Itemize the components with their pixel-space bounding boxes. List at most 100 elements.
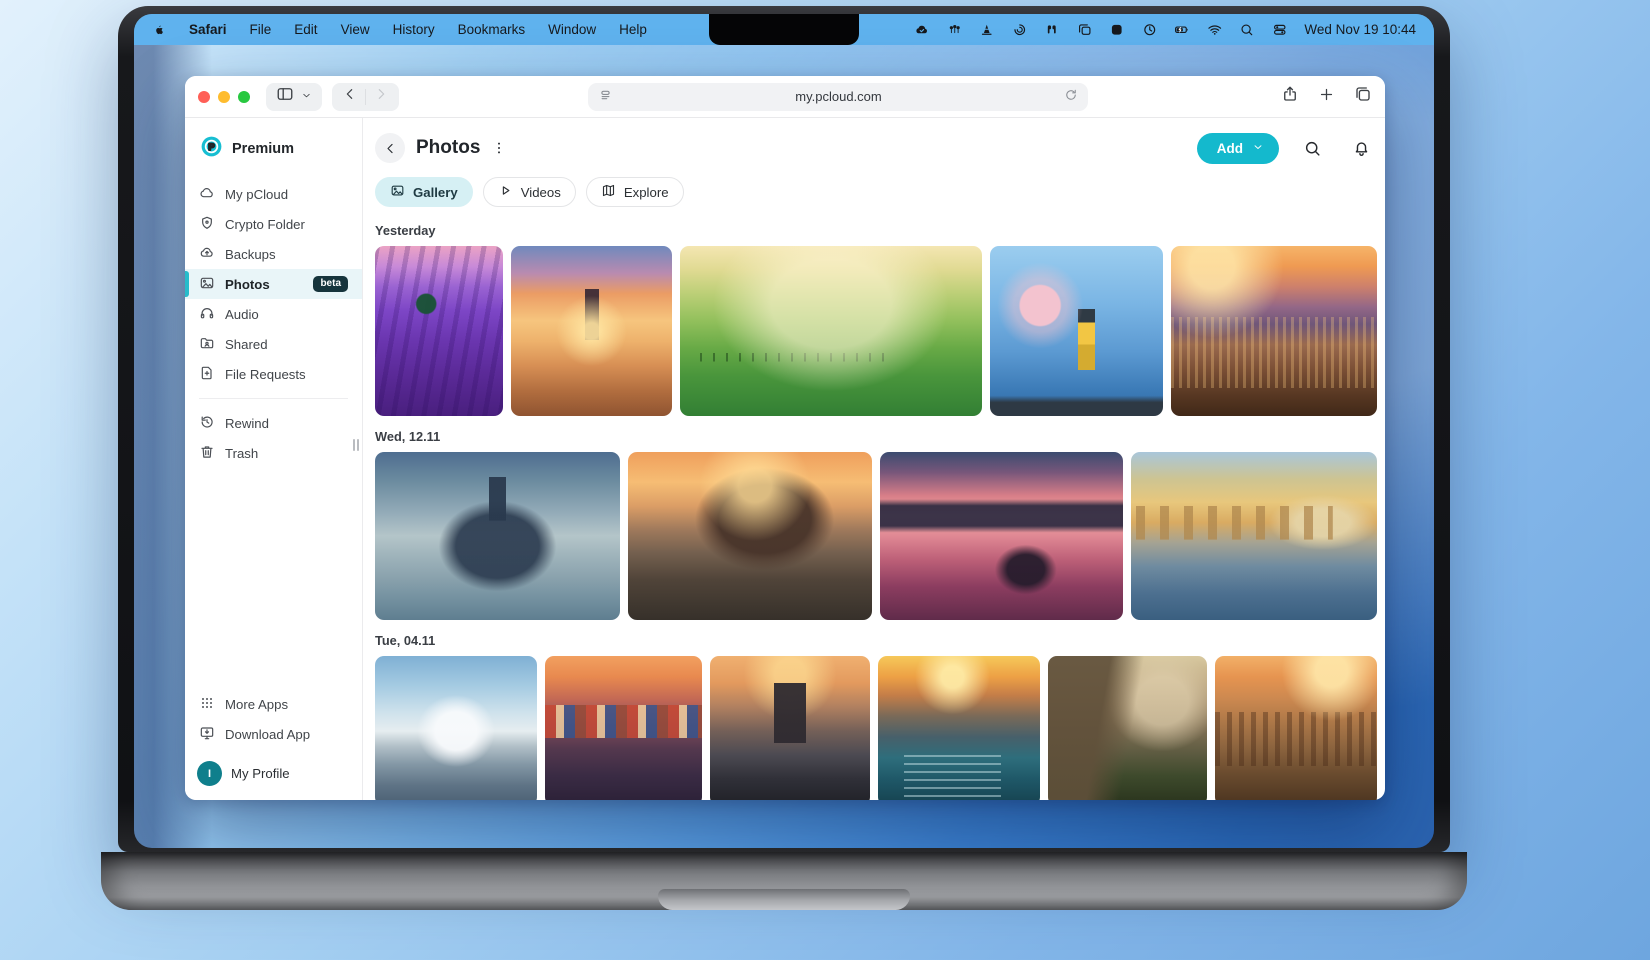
sidebar-item-trash[interactable]: Trash <box>185 438 362 468</box>
photo-hillside-town-sunset[interactable] <box>1171 246 1377 416</box>
wifi-icon[interactable] <box>1207 22 1223 38</box>
main-content: Photos Add Gallery Videos Explore Yesterda… <box>363 118 1385 800</box>
cloud-icon <box>199 185 215 204</box>
sidebar-item-label: Backups <box>225 247 276 262</box>
window-body: P Premium My pCloud Crypto Folder Backups P… <box>185 118 1385 800</box>
cloud-sync-icon[interactable] <box>914 22 930 38</box>
close-window-button[interactable] <box>198 91 210 103</box>
sidebar-item-more-apps[interactable]: More Apps <box>185 689 362 719</box>
page-title: Photos <box>416 137 480 159</box>
svg-text:A: A <box>1115 27 1120 34</box>
photos-icon <box>199 275 215 294</box>
notifications-bell-button[interactable] <box>1345 132 1377 164</box>
airpods-icon[interactable] <box>1044 22 1060 38</box>
menu-help[interactable]: Help <box>619 22 647 37</box>
laptop-frame: Safari File Edit View History Bookmarks Windo… <box>118 6 1450 852</box>
traffic-lights <box>198 91 250 103</box>
plan-label: Premium <box>232 141 294 157</box>
back-button[interactable] <box>342 86 358 107</box>
apple-menu-icon[interactable] <box>152 23 166 37</box>
address-bar[interactable]: my.pcloud.com <box>588 83 1088 111</box>
photo-cliff-coast-sunset[interactable] <box>878 656 1040 800</box>
tab-explore[interactable]: Explore <box>586 177 684 207</box>
gallery-icon <box>390 183 405 201</box>
swirl-icon[interactable] <box>1012 22 1028 38</box>
tab-overview-icon[interactable] <box>1354 85 1372 108</box>
share-icon[interactable] <box>1281 85 1299 108</box>
photo-sea-lighthouse-sunset[interactable] <box>511 246 672 416</box>
menu-app-name[interactable]: Safari <box>189 22 227 37</box>
more-options-icon[interactable] <box>491 140 507 156</box>
sidebar-item-my-profile[interactable]: I My Profile <box>185 749 362 790</box>
sidebar-item-rewind[interactable]: Rewind <box>185 408 362 438</box>
sidebar-item-label: Crypto Folder <box>225 217 305 232</box>
tab-gallery[interactable]: Gallery <box>375 177 473 207</box>
stage-manager-icon[interactable] <box>1077 22 1093 38</box>
add-button[interactable]: Add <box>1197 133 1279 164</box>
sidebar-item-label: Audio <box>225 307 259 322</box>
sidebar-item-shared[interactable]: Shared <box>185 329 362 359</box>
pcloud-sidebar: P Premium My pCloud Crypto Folder Backups P… <box>185 118 363 800</box>
photo-modern-architecture[interactable] <box>375 656 537 800</box>
photo-colorful-harbor-houses[interactable] <box>545 656 702 800</box>
page-settings-icon[interactable] <box>598 88 613 106</box>
photo-moon-lighthouse[interactable] <box>990 246 1163 416</box>
party-icon[interactable] <box>947 22 963 38</box>
search-button[interactable] <box>1296 132 1328 164</box>
date-label: Yesterday <box>375 220 1377 246</box>
sidebar-item-my-pcloud[interactable]: My pCloud <box>185 179 362 209</box>
photo-lavender-field-tree[interactable] <box>375 246 503 416</box>
battery-icon[interactable] <box>1174 22 1190 38</box>
menu-edit[interactable]: Edit <box>294 22 317 37</box>
sidebar-item-backups[interactable]: Backups <box>185 239 362 269</box>
photo-lake-island-dusk[interactable] <box>880 452 1123 620</box>
photo-old-town-sunset[interactable] <box>1215 656 1377 800</box>
sidebar-item-audio[interactable]: Audio <box>185 299 362 329</box>
shield-icon <box>199 215 215 234</box>
desktop-background: Safari File Edit View History Bookmarks Windo… <box>0 0 1650 960</box>
photo-mont-saint-michel[interactable] <box>375 452 620 620</box>
sidebar-toggle-button[interactable] <box>266 83 322 111</box>
menu-view[interactable]: View <box>341 22 370 37</box>
sidebar-item-crypto-folder[interactable]: Crypto Folder <box>185 209 362 239</box>
menu-bookmarks[interactable]: Bookmarks <box>458 22 526 37</box>
screen: Safari File Edit View History Bookmarks Windo… <box>134 14 1434 848</box>
chevron-down-icon <box>1252 141 1264 156</box>
sidebar-item-photos[interactable]: Photosbeta <box>185 269 362 299</box>
reload-icon[interactable] <box>1064 88 1078 105</box>
menu-clock[interactable]: Wed Nov 19 10:44 <box>1304 22 1416 37</box>
sidebar-item-file-requests[interactable]: File Requests <box>185 359 362 389</box>
cone-icon[interactable] <box>979 22 995 38</box>
sidebar-resize-handle[interactable] <box>353 439 359 451</box>
minimize-window-button[interactable] <box>218 91 230 103</box>
pcloud-logo-row: P Premium <box>185 126 362 179</box>
sidebar-item-download-app[interactable]: Download App <box>185 719 362 749</box>
menu-history[interactable]: History <box>393 22 435 37</box>
toolbar-right <box>1281 85 1372 108</box>
menu-file[interactable]: File <box>250 22 272 37</box>
add-button-label: Add <box>1217 141 1243 156</box>
page-header: Photos Add <box>375 130 1377 177</box>
back-circle-button[interactable] <box>375 133 405 163</box>
photo-city-of-arts-sunset[interactable] <box>1131 452 1377 620</box>
forward-button[interactable] <box>373 86 389 107</box>
grid-icon <box>199 695 215 714</box>
nav-divider <box>365 89 366 105</box>
control-center-icon[interactable] <box>1272 22 1288 38</box>
menu-window[interactable]: Window <box>548 22 596 37</box>
tab-videos[interactable]: Videos <box>483 177 576 207</box>
zoom-window-button[interactable] <box>238 91 250 103</box>
photo-row <box>375 656 1377 800</box>
play-icon <box>498 183 513 201</box>
photo-sea-stack-sunset[interactable] <box>628 452 871 620</box>
new-tab-icon[interactable] <box>1318 86 1335 108</box>
date-label: Wed, 12.11 <box>375 426 1377 452</box>
input-source-icon[interactable]: A <box>1109 22 1125 38</box>
photo-meteora-cliffs[interactable] <box>1048 656 1207 800</box>
spotlight-icon[interactable] <box>1239 22 1255 38</box>
time-machine-icon[interactable] <box>1142 22 1158 38</box>
file-request-icon <box>199 365 215 384</box>
photo-green-hills-fence[interactable] <box>680 246 981 416</box>
photo-stone-lighthouse-dusk[interactable] <box>710 656 870 800</box>
sidebar-icon <box>276 85 294 108</box>
